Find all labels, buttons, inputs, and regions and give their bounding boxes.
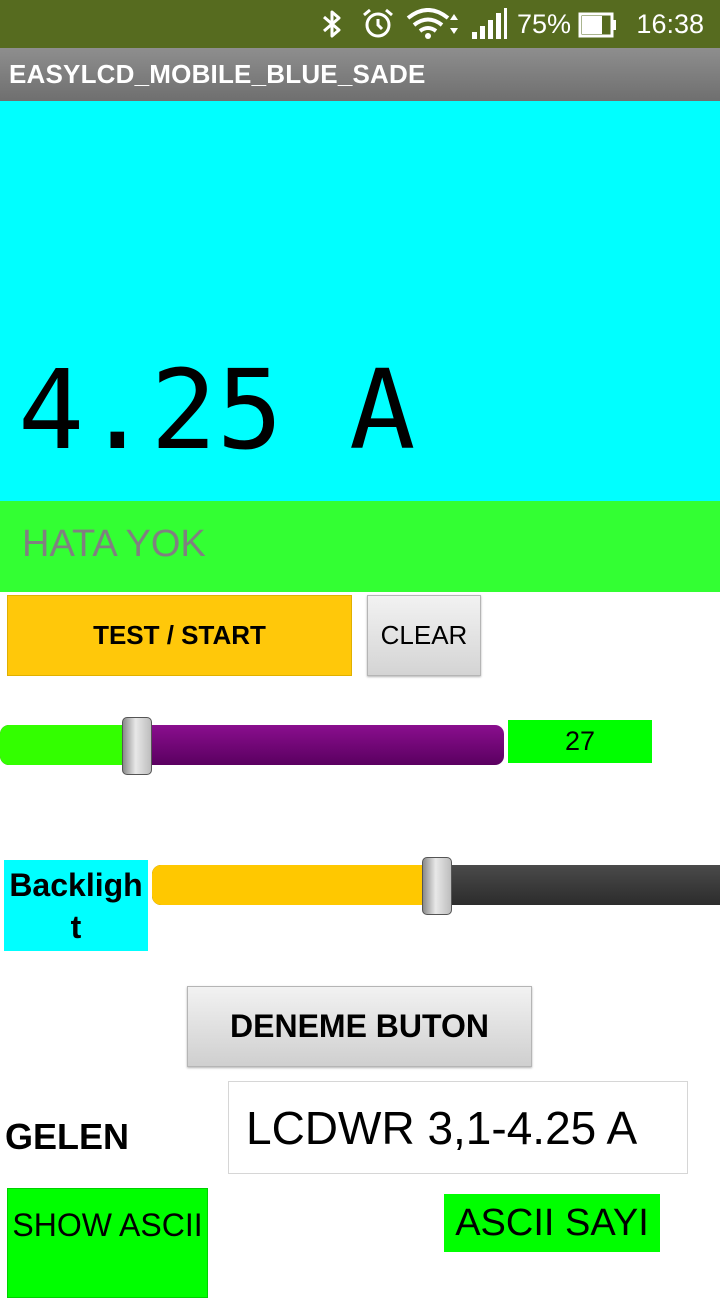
gelen-label: GELEN: [5, 1116, 130, 1157]
bluetooth-icon: [323, 10, 341, 38]
backlight-slider-fill: [152, 865, 436, 905]
signal-icon: [472, 8, 507, 39]
clock: 16:38: [636, 9, 704, 39]
received-text-field[interactable]: LCDWR 3,1-4.25 A: [228, 1081, 688, 1174]
app-title: EASYLCD_MOBILE_BLUE_SADE: [9, 59, 426, 89]
backlight-slider-thumb[interactable]: [422, 857, 452, 915]
status-text: HATA YOK: [22, 523, 206, 565]
ascii-number-label: ASCII SAYI: [444, 1194, 660, 1252]
value-slider-fill: [0, 725, 136, 765]
status-strip: HATA YOK: [0, 501, 720, 592]
backlight-label: Backlight: [4, 860, 148, 951]
clear-button[interactable]: CLEAR: [367, 595, 481, 676]
value-slider[interactable]: [0, 717, 505, 775]
wifi-icon: [406, 8, 458, 39]
slider-value-display: 27: [508, 720, 652, 763]
alarm-icon: [363, 8, 393, 38]
battery-percent: 75%: [517, 9, 572, 39]
deneme-button[interactable]: DENEME BUTON: [187, 986, 532, 1067]
display-value: 4.25 A: [18, 346, 416, 474]
lcd-display: 4.25 A: [0, 101, 720, 501]
title-bar: EASYLCD_MOBILE_BLUE_SADE: [0, 48, 720, 101]
battery-icon: [578, 12, 616, 38]
test-start-button[interactable]: TEST / START: [7, 595, 352, 676]
value-slider-thumb[interactable]: [122, 717, 152, 775]
status-bar: 75% 16:38: [0, 0, 720, 48]
show-ascii-button[interactable]: SHOW ASCII: [7, 1188, 208, 1298]
backlight-slider[interactable]: [152, 857, 720, 920]
